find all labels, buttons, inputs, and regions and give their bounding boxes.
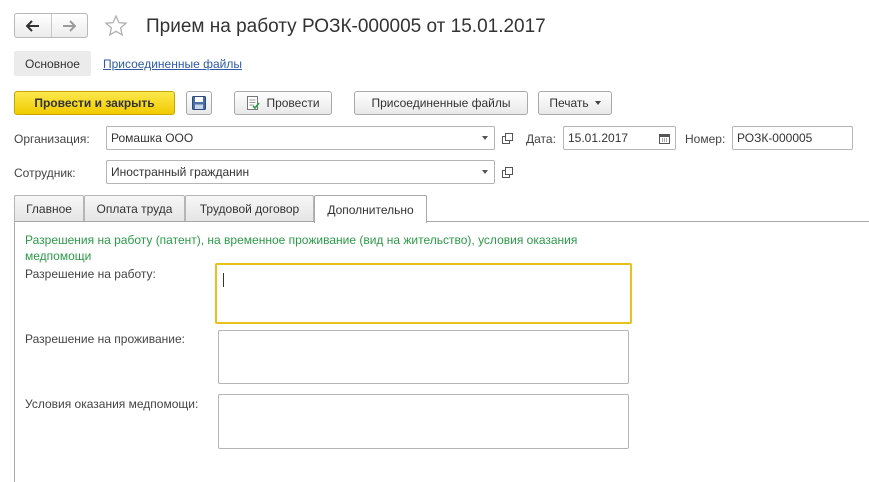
section-main[interactable]: Основное	[14, 51, 91, 76]
tab-payment[interactable]: Оплата труда	[84, 195, 185, 222]
chevron-down-icon	[594, 101, 601, 105]
number-value: РОЗК-000005	[737, 131, 813, 145]
date-field[interactable]: 15.01.2017	[563, 126, 676, 150]
work-permit-label: Разрешение на работу:	[25, 267, 156, 281]
calendar-icon	[658, 133, 670, 144]
page-title: Прием на работу РОЗК-000005 от 15.01.201…	[146, 16, 546, 37]
text-cursor	[223, 273, 224, 287]
calendar-button[interactable]	[653, 127, 675, 149]
save-icon	[192, 96, 206, 110]
date-value: 15.01.2017	[568, 131, 629, 145]
arrow-left-icon	[25, 19, 39, 32]
organization-value: Ромашка ООО	[111, 131, 194, 145]
employee-label: Сотрудник:	[14, 166, 76, 180]
forward-button[interactable]	[50, 14, 88, 37]
organization-label: Организация:	[14, 132, 90, 146]
open-icon	[501, 166, 513, 178]
tab-additional[interactable]: Дополнительно	[314, 195, 427, 223]
back-button[interactable]	[15, 14, 51, 37]
medical-care-label: Условия оказания медпомощи:	[25, 397, 199, 411]
post-button[interactable]: Провести	[234, 91, 332, 115]
organization-dropdown-button[interactable]	[474, 127, 494, 149]
organization-open-button[interactable]	[498, 129, 516, 147]
employee-field[interactable]: Иностранный гражданин	[106, 160, 495, 184]
post-button-label: Провести	[266, 96, 320, 110]
employee-open-button[interactable]	[498, 163, 516, 181]
arrow-right-icon	[63, 19, 77, 32]
number-label: Номер:	[685, 132, 726, 146]
save-button[interactable]	[186, 91, 212, 115]
employee-value: Иностранный гражданин	[111, 165, 250, 179]
dropdown-icon	[481, 170, 488, 174]
navigation-buttons	[14, 13, 88, 38]
print-button-label: Печать	[549, 96, 589, 110]
print-button[interactable]: Печать	[538, 91, 612, 115]
permits-group-title: Разрешения на работу (патент), на времен…	[25, 233, 578, 263]
residence-permit-label: Разрешение на проживание:	[25, 332, 185, 346]
dropdown-icon	[481, 136, 488, 140]
open-icon	[501, 132, 513, 144]
section-attached-files-link[interactable]: Присоединенные файлы	[103, 57, 242, 71]
employee-dropdown-button[interactable]	[474, 161, 494, 183]
post-icon	[246, 96, 261, 110]
number-field[interactable]: РОЗК-000005	[732, 126, 853, 150]
medical-care-input[interactable]	[218, 394, 629, 449]
date-label: Дата:	[526, 132, 556, 146]
attached-files-button[interactable]: Присоединенные файлы	[354, 91, 528, 115]
star-icon	[104, 14, 128, 37]
tab-main[interactable]: Главное	[14, 195, 84, 222]
residence-permit-input[interactable]	[218, 330, 629, 384]
favorite-star-button[interactable]	[104, 14, 128, 38]
work-permit-input[interactable]	[215, 263, 632, 324]
organization-field[interactable]: Ромашка ООО	[106, 126, 495, 150]
post-and-close-button[interactable]: Провести и закрыть	[14, 91, 175, 115]
tab-labor-contract[interactable]: Трудовой договор	[185, 195, 314, 222]
